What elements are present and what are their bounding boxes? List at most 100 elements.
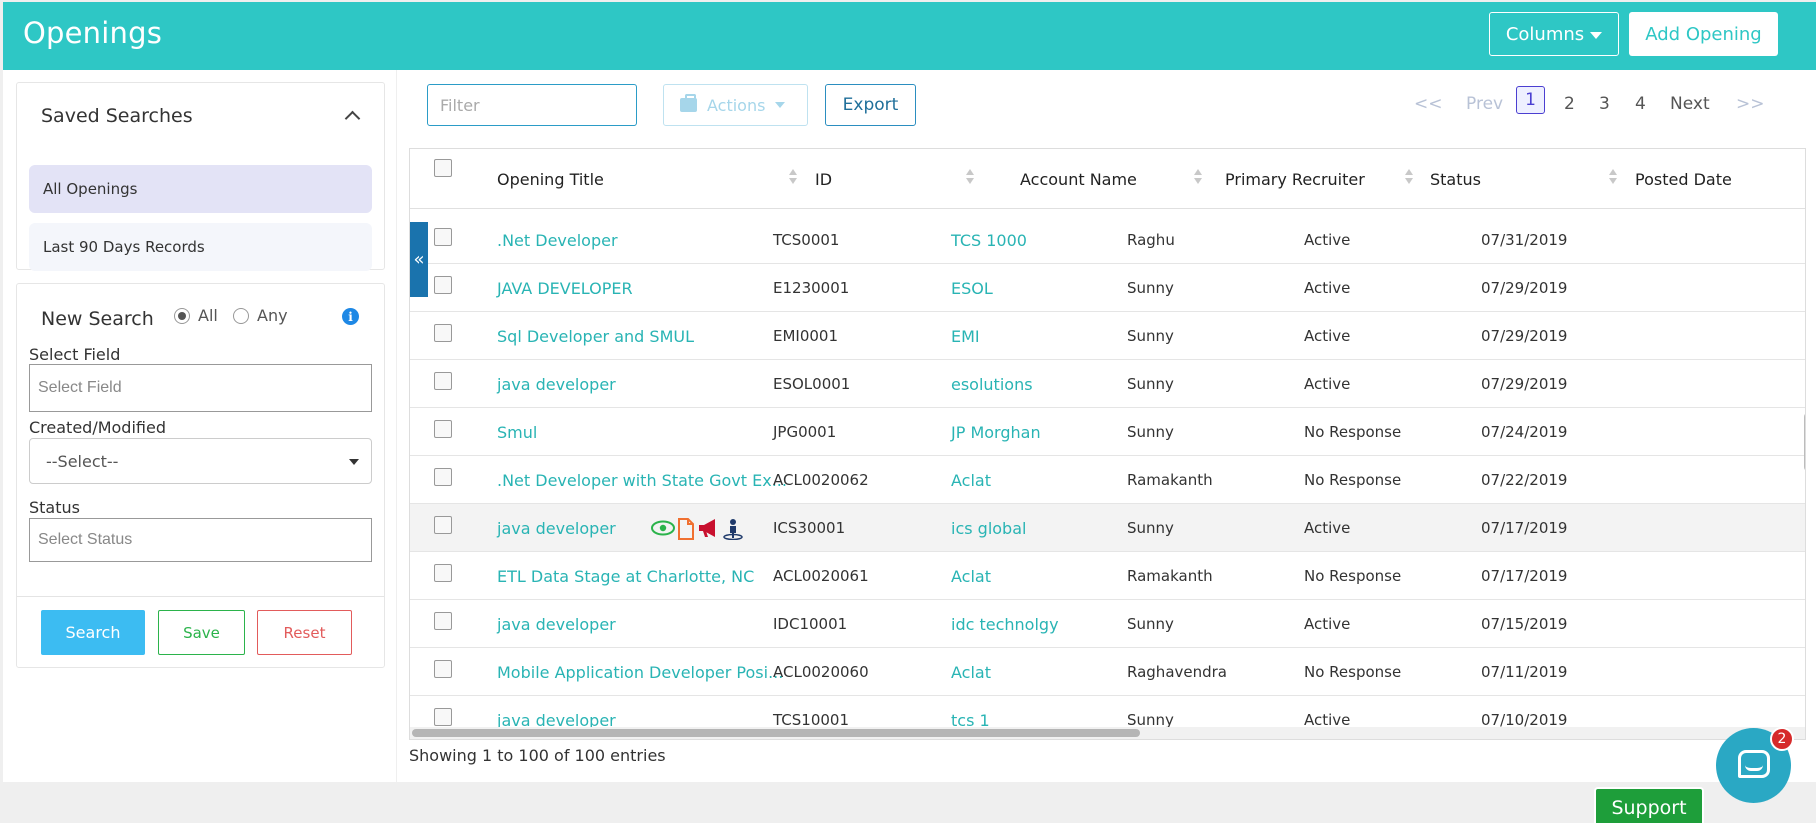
pager-first[interactable]: <<: [1414, 94, 1443, 114]
created-modified-value: --Select--: [46, 451, 119, 471]
search-button[interactable]: Search: [41, 610, 145, 655]
account-name-link[interactable]: Aclat: [951, 552, 991, 600]
actions-button[interactable]: Actions: [663, 84, 808, 126]
row-checkbox[interactable]: [434, 612, 452, 630]
posted-date: 07/31/2019: [1481, 231, 1568, 249]
info-icon[interactable]: i: [342, 308, 359, 325]
saved-search-all-openings[interactable]: All Openings: [29, 165, 372, 213]
table-row[interactable]: java developer IDC10001 idc technolgy Sunny…: [410, 600, 1805, 648]
radio-all-option[interactable]: All: [174, 306, 218, 325]
add-opening-button[interactable]: Add Opening: [1629, 12, 1778, 56]
row-checkbox[interactable]: [434, 276, 452, 294]
horizontal-scrollbar-thumb[interactable]: [412, 729, 1140, 737]
table-row[interactable]: ETL Data Stage at Charlotte, NC ACL002006…: [410, 552, 1805, 600]
table-row[interactable]: Sql Developer and SMUL EMI0001 EMI Sunny Act…: [410, 312, 1805, 360]
row-checkbox[interactable]: [434, 420, 452, 438]
table-row[interactable]: Mobile Application Developer Posi... ACL0…: [410, 648, 1805, 696]
reset-button[interactable]: Reset: [257, 610, 352, 655]
pager-last[interactable]: >>: [1736, 94, 1765, 114]
row-checkbox[interactable]: [434, 324, 452, 342]
sort-icon[interactable]: [966, 167, 974, 187]
row-checkbox[interactable]: [434, 708, 452, 726]
chevron-up-icon[interactable]: [344, 110, 361, 127]
created-modified-select[interactable]: --Select--: [29, 438, 372, 484]
row-checkbox[interactable]: [434, 660, 452, 678]
opening-title-link[interactable]: java developer: [497, 504, 616, 552]
account-name-link[interactable]: Aclat: [951, 456, 991, 504]
select-all-checkbox[interactable]: [434, 159, 452, 177]
sort-icon[interactable]: [1405, 167, 1413, 187]
save-button[interactable]: Save: [158, 610, 245, 655]
account-name-link[interactable]: idc technolgy: [951, 600, 1059, 648]
table-header: Opening Title ID Account Name Primary Re…: [410, 149, 1805, 209]
collapse-panel-tab[interactable]: «: [410, 222, 428, 297]
table-row[interactable]: .Net Developer TCS0001 TCS 1000 Raghu Active…: [410, 216, 1805, 264]
header-id[interactable]: ID: [815, 149, 832, 209]
header-primary-recruiter[interactable]: Primary Recruiter: [1225, 149, 1365, 209]
radio-all[interactable]: [174, 307, 190, 324]
support-button[interactable]: Support: [1594, 787, 1704, 823]
account-name-link[interactable]: EMI: [951, 312, 980, 360]
table-row[interactable]: JAVA DEVELOPER E1230001 ESOL Sunny Active 07/…: [410, 264, 1805, 312]
row-checkbox[interactable]: [434, 468, 452, 486]
megaphone-icon[interactable]: [697, 518, 719, 538]
account-name-link[interactable]: ESOL: [951, 264, 993, 312]
opening-title-link[interactable]: ETL Data Stage at Charlotte, NC: [497, 552, 754, 600]
eye-icon[interactable]: [651, 518, 675, 538]
pager-next[interactable]: Next: [1670, 94, 1710, 114]
pager-page-1[interactable]: 1: [1516, 86, 1545, 114]
saved-searches-title: Saved Searches: [41, 105, 193, 127]
header-posted-date[interactable]: Posted Date: [1635, 149, 1732, 209]
opening-title-link[interactable]: java developer: [497, 600, 616, 648]
horizontal-scrollbar[interactable]: [410, 727, 1805, 739]
row-checkbox[interactable]: [434, 516, 452, 534]
header-account-name[interactable]: Account Name: [1020, 149, 1137, 209]
primary-recruiter: Raghavendra: [1127, 663, 1227, 681]
pager-page-4[interactable]: 4: [1635, 94, 1646, 114]
filter-input[interactable]: Filter: [427, 84, 637, 126]
table-row[interactable]: .Net Developer with State Govt Ex... ACL0…: [410, 456, 1805, 504]
account-name-link[interactable]: Aclat: [951, 648, 991, 696]
pager-page-2[interactable]: 2: [1564, 94, 1575, 114]
primary-recruiter: Ramakanth: [1127, 567, 1213, 585]
export-button[interactable]: Export: [825, 84, 916, 126]
saved-search-last-90-days[interactable]: Last 90 Days Records: [29, 223, 372, 271]
opening-id: ACL0020060: [773, 663, 869, 681]
sort-icon[interactable]: [1609, 167, 1617, 187]
select-field-input[interactable]: Select Field: [29, 364, 372, 412]
sort-icon[interactable]: [1194, 167, 1202, 187]
account-name-link[interactable]: ics global: [951, 504, 1026, 552]
sort-icon[interactable]: [789, 167, 797, 187]
account-name-link[interactable]: esolutions: [951, 360, 1033, 408]
account-name-link[interactable]: JP Morghan: [951, 408, 1041, 456]
header-opening-title[interactable]: Opening Title: [497, 149, 604, 209]
primary-recruiter: Sunny: [1127, 519, 1174, 537]
row-checkbox[interactable]: [434, 372, 452, 390]
radio-any[interactable]: [233, 307, 249, 324]
pager-page-3[interactable]: 3: [1599, 94, 1610, 114]
row-checkbox[interactable]: [434, 228, 452, 246]
person-pin-icon[interactable]: [722, 518, 744, 541]
document-icon[interactable]: [677, 518, 699, 540]
pager-prev[interactable]: Prev: [1466, 94, 1503, 114]
vertical-scrollbar[interactable]: [1804, 412, 1805, 472]
saved-searches-card: Saved Searches All Openings Last 90 Days…: [16, 82, 385, 271]
opening-title-link[interactable]: java developer: [497, 360, 616, 408]
opening-title-link[interactable]: Sql Developer and SMUL: [497, 312, 694, 360]
main-panel: Filter Actions Export << Prev 1 2 3 4 Ne…: [397, 70, 1816, 782]
header-status[interactable]: Status: [1430, 149, 1481, 209]
table-row[interactable]: java developer ESOL0001 esolutions Sunny Act…: [410, 360, 1805, 408]
opening-title-link[interactable]: Smul: [497, 408, 537, 456]
radio-any-option[interactable]: Any: [233, 306, 288, 325]
account-name-link[interactable]: TCS 1000: [951, 216, 1027, 264]
opening-title-link[interactable]: .Net Developer: [497, 216, 618, 264]
opening-title-link[interactable]: JAVA DEVELOPER: [497, 264, 633, 312]
opening-title-link[interactable]: Mobile Application Developer Posi...: [497, 648, 783, 696]
row-checkbox[interactable]: [434, 564, 452, 582]
table-row[interactable]: Smul JPG0001 JP Morghan Sunny No Response 07/…: [410, 408, 1805, 456]
columns-button-label: Columns: [1505, 23, 1585, 45]
table-row[interactable]: java developer ICS30001 ics global Sunny Act…: [410, 504, 1805, 552]
columns-button[interactable]: Columns: [1489, 12, 1619, 56]
select-status-input[interactable]: Select Status: [29, 518, 372, 562]
opening-title-link[interactable]: .Net Developer with State Govt Ex...: [497, 456, 787, 504]
